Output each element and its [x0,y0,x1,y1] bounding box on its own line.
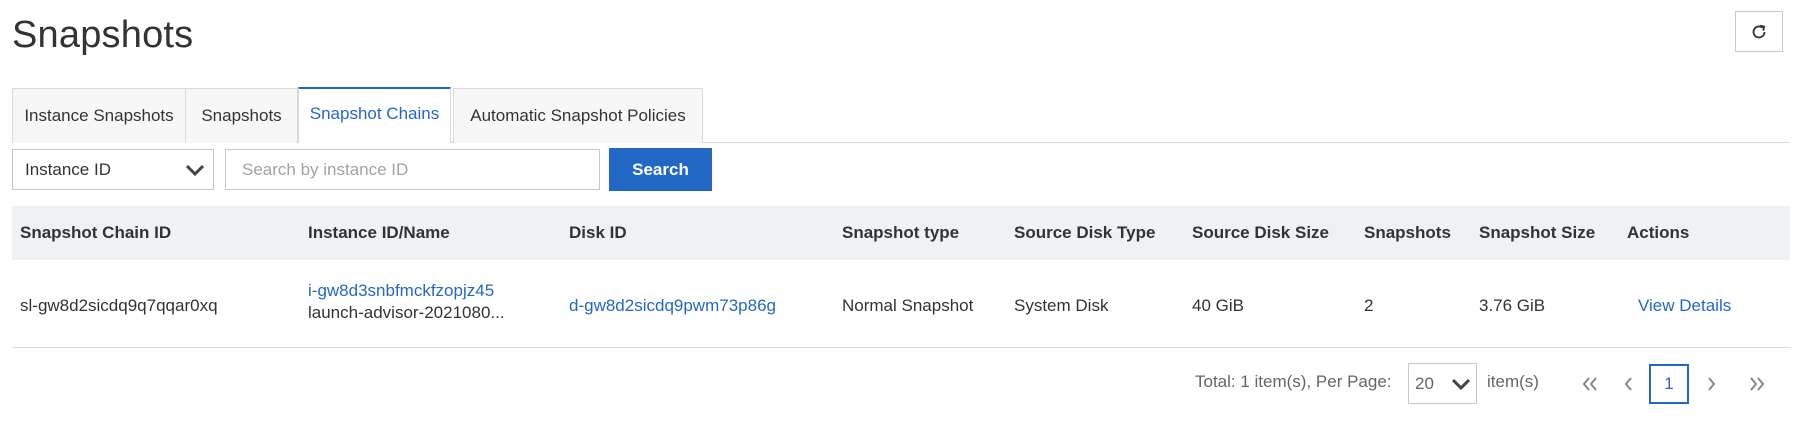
column-header: Snapshot Chain ID [20,223,172,242]
snapshot-chain-id: sl-gw8d2sicdq9q7qqar0xq [20,296,218,315]
pagination-total: Total: 1 item(s), Per Page: [1195,372,1392,391]
per-page-value: 20 [1415,373,1434,393]
per-page-select[interactable]: 20 [1408,363,1477,404]
filter-type-value: Instance ID [25,159,111,179]
tab-instance-snapshots[interactable]: Instance Snapshots [12,88,186,143]
column-header: Source Disk Size [1192,223,1330,242]
tab-automatic-snapshot-policies[interactable]: Automatic Snapshot Policies [453,88,703,143]
table-row: sl-gw8d2sicdq9q7qqar0xq i-gw8d3snbfmckfz… [12,260,1790,348]
tab-snapshots[interactable]: Snapshots [185,88,298,143]
search-input[interactable] [225,149,600,190]
tab-bar: Instance Snapshots Snapshots Snapshot Ch… [12,87,1790,143]
chevron-down-icon [185,164,205,177]
table-header: Snapshot Chain ID Instance ID/Name Disk … [12,206,1790,260]
source-disk-size: 40 GiB [1192,296,1244,315]
snapshot-type: Normal Snapshot [842,296,974,315]
instance-cell: i-gw8d3snbfmckfzopjz45 launch-advisor-20… [308,280,505,324]
double-chevron-right-icon [1750,377,1765,391]
refresh-icon [1752,24,1766,38]
disk-id-link[interactable]: d-gw8d2sicdq9pwm73p86g [569,296,776,316]
tab-label: Snapshot Chains [309,104,440,123]
chevron-left-icon [1624,377,1632,391]
snapshot-chains-table: Snapshot Chain ID Instance ID/Name Disk … [12,206,1790,348]
last-page-button[interactable] [1742,366,1772,402]
chevron-down-icon [1451,378,1471,391]
refresh-button[interactable] [1735,11,1783,52]
chevron-right-icon [1708,377,1716,391]
instance-name: launch-advisor-2021080... [308,303,505,322]
per-page-suffix: item(s) [1487,372,1539,391]
column-header: Source Disk Type [1014,223,1156,242]
snapshot-size: 3.76 GiB [1479,296,1546,315]
next-page-button[interactable] [1696,366,1726,402]
tab-label: Automatic Snapshot Policies [470,106,686,125]
snapshots-count: 2 [1364,296,1374,315]
first-page-button[interactable] [1575,366,1605,402]
page-title: Snapshots [12,14,194,56]
snapshots-page: Snapshots Instance Snapshots Snapshots S… [0,0,1802,430]
double-chevron-left-icon [1582,377,1597,391]
instance-id-link[interactable]: i-gw8d3snbfmckfzopjz45 [308,280,505,302]
filter-type-select[interactable]: Instance ID [12,149,214,190]
current-page-button[interactable]: 1 [1649,364,1689,404]
column-header: Snapshot Size [1479,223,1596,242]
search-button[interactable]: Search [609,148,712,191]
column-header: Snapshots [1364,223,1451,242]
tab-label: Snapshots [201,106,282,125]
view-details-link[interactable]: View Details [1638,296,1731,316]
column-header: Disk ID [569,223,627,242]
column-header: Snapshot type [842,223,960,242]
tab-label: Instance Snapshots [24,106,174,125]
previous-page-button[interactable] [1614,366,1644,402]
column-header: Instance ID/Name [308,223,450,242]
column-header: Actions [1627,223,1690,242]
tab-snapshot-chains[interactable]: Snapshot Chains [298,87,451,143]
source-disk-type: System Disk [1014,296,1109,315]
